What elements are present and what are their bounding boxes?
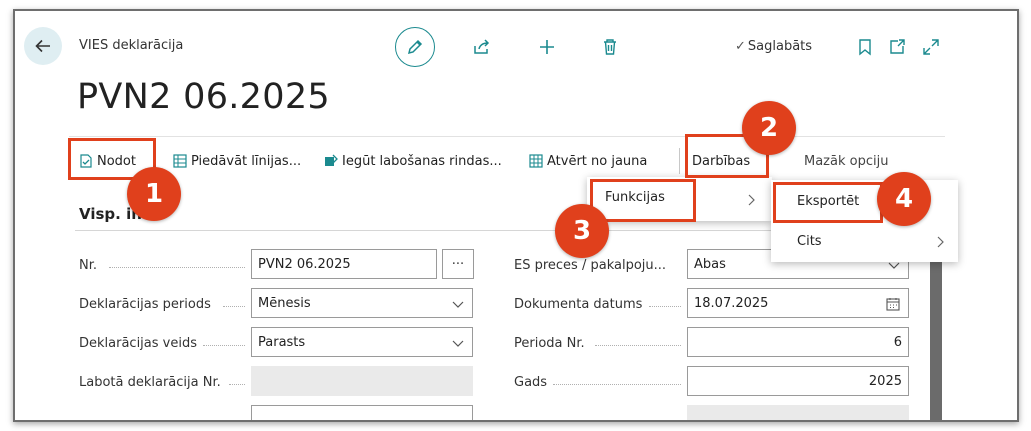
reopen-button[interactable]: Atvērt no jauna — [529, 150, 647, 172]
bookmark-button[interactable] — [855, 37, 875, 57]
app-window: VIES deklarācija PVN2 06.2025 ✓ Saglabāts… — [13, 9, 1019, 422]
scrollbar[interactable] — [930, 259, 942, 420]
calendar-icon[interactable] — [886, 297, 900, 311]
nr-label: Nr. — [79, 258, 98, 273]
period-nr-leader — [595, 345, 681, 346]
share-button[interactable] — [472, 37, 492, 57]
eu-goods-label: ES preces / pakalpoju... — [514, 258, 667, 273]
doc-date-leader — [649, 306, 681, 307]
callout-badge-2: 2 — [742, 101, 796, 155]
period-nr-value: 6 — [893, 334, 902, 350]
nr-field[interactable]: PVN2 06.2025 — [251, 249, 437, 279]
nr-assist-button[interactable]: ··· — [442, 249, 474, 279]
chevron-down-icon — [452, 340, 464, 347]
highlight-functions — [590, 179, 696, 222]
year-field[interactable]: 2025 — [687, 366, 909, 396]
saved-label: Saglabāts — [747, 39, 813, 54]
reopen-label: Atvērt no jauna — [547, 153, 648, 169]
trash-icon — [604, 39, 616, 55]
chevron-down-icon — [452, 301, 464, 308]
period-nr-field[interactable]: 6 — [687, 327, 909, 357]
corrected-field — [251, 366, 473, 396]
type-select[interactable]: Parasts — [251, 327, 473, 357]
back-arrow-icon — [35, 39, 50, 53]
screenshot-stage: VIES deklarācija PVN2 06.2025 ✓ Saglabāts… — [0, 0, 1031, 431]
doc-date-value: 18.07.2025 — [694, 295, 769, 311]
next-right-field — [687, 405, 909, 420]
open-new-window-icon — [890, 39, 905, 54]
callout-badge-4: 4 — [877, 172, 931, 226]
doc-date-label: Dokumenta datums — [514, 297, 643, 312]
corrected-label: Labotā deklarācija Nr. — [79, 375, 221, 390]
year-value: 2025 — [868, 373, 902, 389]
eu-goods-value: Abas — [694, 256, 726, 272]
pencil-icon — [407, 39, 423, 55]
expand-icon — [923, 39, 939, 55]
other-label: Cits — [797, 234, 822, 249]
suggest-lines-label: Piedāvāt līnijas... — [191, 153, 302, 169]
type-leader — [203, 345, 245, 346]
back-button[interactable] — [24, 27, 62, 65]
nr-leader — [109, 267, 245, 268]
new-button[interactable] — [537, 37, 557, 57]
actionbar-separator — [679, 148, 680, 174]
fewer-options-button[interactable]: Mazāk opciju — [804, 150, 888, 172]
corrected-leader — [229, 384, 245, 385]
year-leader — [553, 384, 681, 385]
suggest-lines-button[interactable]: Piedāvāt līnijas... — [173, 150, 301, 172]
saved-status: ✓ Saglabāts — [735, 39, 812, 54]
year-label: Gads — [514, 375, 548, 390]
type-value: Parasts — [258, 334, 306, 350]
doc-date-field[interactable]: 18.07.2025 — [687, 288, 909, 318]
expand-button[interactable] — [921, 37, 941, 57]
get-correction-lines-icon — [324, 154, 338, 168]
type-label: Deklarācijas veids — [79, 336, 197, 351]
delete-button[interactable] — [600, 37, 620, 57]
suggest-lines-icon — [173, 154, 187, 168]
period-value: Mēnesis — [258, 295, 311, 311]
menu-item-other[interactable]: Cits — [797, 234, 822, 249]
period-leader — [223, 306, 245, 307]
bookmark-icon — [859, 39, 871, 56]
edit-button[interactable] — [395, 27, 435, 67]
period-select[interactable]: Mēnesis — [251, 288, 473, 318]
plus-icon — [540, 40, 554, 54]
get-correction-lines-label: Iegūt labošanas rindas... — [342, 153, 502, 169]
check-icon: ✓ — [735, 39, 746, 54]
period-nr-label: Perioda Nr. — [514, 336, 585, 351]
chevron-right-icon — [937, 236, 944, 248]
nr-value: PVN2 06.2025 — [258, 256, 351, 272]
get-correction-lines-button[interactable]: Iegūt labošanas rindas... — [324, 150, 502, 172]
open-new-window-button[interactable] — [887, 37, 907, 57]
next-field[interactable] — [251, 405, 473, 420]
period-label: Deklarācijas periods — [79, 297, 211, 312]
chevron-right-icon — [748, 194, 755, 206]
page-caption: VIES deklarācija — [79, 38, 184, 53]
highlight-export — [773, 182, 883, 223]
callout-badge-3: 3 — [555, 204, 609, 258]
share-icon — [474, 39, 490, 54]
reopen-icon — [529, 154, 543, 168]
actionbar-divider — [69, 136, 945, 137]
callout-badge-1: 1 — [127, 167, 181, 221]
page-title: PVN2 06.2025 — [77, 77, 330, 117]
ellipsis-icon: ··· — [451, 256, 465, 272]
fewer-options-label: Mazāk opciju — [804, 153, 889, 169]
